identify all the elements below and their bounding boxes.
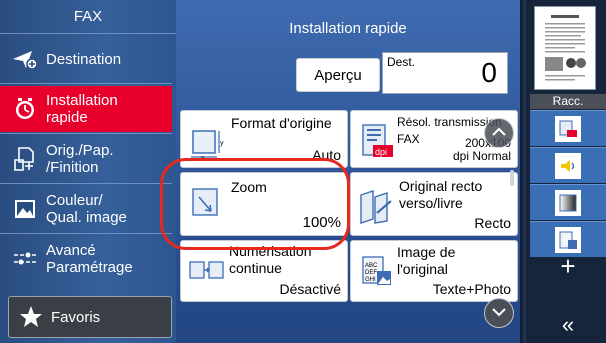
density-icon <box>555 189 581 216</box>
dest-label: Dest. <box>387 55 416 69</box>
duplex-book-icon <box>357 187 395 230</box>
sidebar-item-advanced-settings[interactable]: Avancé Paramétrage <box>0 236 172 282</box>
sidebar-item-label: Couleur/ Qual. image <box>46 192 127 226</box>
svg-text:dpi: dpi <box>375 147 387 157</box>
divider <box>0 83 172 84</box>
scrollbar[interactable] <box>510 170 514 186</box>
shortcut-button-resolution[interactable] <box>530 110 606 146</box>
shortcut-button-density[interactable] <box>530 184 606 220</box>
sidebar-item-label: Installation rapide <box>46 92 118 126</box>
color-quality-icon <box>12 196 38 222</box>
star-icon <box>17 303 45 331</box>
original-paper-icon <box>12 146 38 172</box>
sidebar: FAX Destination Installation rapide Orig… <box>0 0 176 343</box>
document-preview-thumbnail[interactable] <box>534 6 596 90</box>
svg-text:DEF: DEF <box>365 270 377 276</box>
sidebar-item-label: Destination <box>46 50 122 68</box>
tile-value: Texte+Photo <box>432 281 511 297</box>
collapse-panel-button[interactable]: « <box>530 306 606 343</box>
sidebar-item-label: Orig./Pap. /Finition <box>46 142 114 176</box>
tile-duplex-book[interactable]: Original recto verso/livre Recto <box>350 172 518 236</box>
dest-count: 0 <box>481 57 497 88</box>
chevron-down-icon <box>491 304 507 322</box>
shortcuts-label: Racc. <box>530 94 606 109</box>
tile-original-image[interactable]: ABC DEF GHI Image de l'original Texte+Phot… <box>350 240 518 302</box>
svg-text:GHI: GHI <box>365 277 376 283</box>
page-title: Installation rapide <box>289 20 407 37</box>
svg-text:y: y <box>220 140 224 147</box>
chevron-up-icon <box>491 124 507 142</box>
add-shortcut-button[interactable]: + <box>530 246 606 286</box>
destination-counter[interactable]: Dest. 0 <box>382 52 508 94</box>
sidebar-title: FAX <box>0 0 176 34</box>
favorites-label: Favoris <box>51 308 101 326</box>
tile-title: Format d'origine <box>231 115 332 131</box>
fax-quick-setup-screen: FAX Destination Installation rapide Orig… <box>0 0 606 343</box>
advanced-settings-icon <box>12 246 38 272</box>
original-image-icon: ABC DEF GHI <box>361 255 393 292</box>
svg-text:ABC: ABC <box>365 263 378 269</box>
fax-resolution-icon <box>555 115 581 142</box>
shortcut-button-announce[interactable] <box>530 147 606 183</box>
preview-button[interactable]: Aperçu <box>296 58 380 92</box>
tile-title: Original recto verso/livre <box>399 178 483 211</box>
fax-resolution-icon: dpi <box>359 123 395 166</box>
sidebar-item-quick-setup[interactable]: Installation rapide <box>0 86 172 132</box>
sidebar-item-destination[interactable]: Destination <box>0 36 172 82</box>
scroll-down-button[interactable] <box>484 298 514 328</box>
quick-setup-icon <box>12 96 38 122</box>
tile-title: Image de l'original <box>397 244 456 277</box>
scroll-up-button[interactable] <box>484 118 514 148</box>
zoom-highlight-ring <box>160 158 350 250</box>
sidebar-item-label: Avancé Paramétrage <box>46 242 133 276</box>
divider <box>0 183 172 184</box>
continuous-scan-icon <box>189 259 225 286</box>
sidebar-item-original-paper[interactable]: Orig./Pap. /Finition <box>0 136 172 182</box>
destination-icon <box>12 46 38 72</box>
divider <box>520 0 526 343</box>
tile-value: Désactivé <box>279 281 341 297</box>
divider <box>0 133 172 134</box>
sidebar-item-color-quality[interactable]: Couleur/ Qual. image <box>0 186 172 232</box>
divider <box>0 233 172 234</box>
favorites-button[interactable]: Favoris <box>8 296 172 338</box>
tile-value: Recto <box>474 215 511 231</box>
speaker-icon <box>555 152 581 179</box>
